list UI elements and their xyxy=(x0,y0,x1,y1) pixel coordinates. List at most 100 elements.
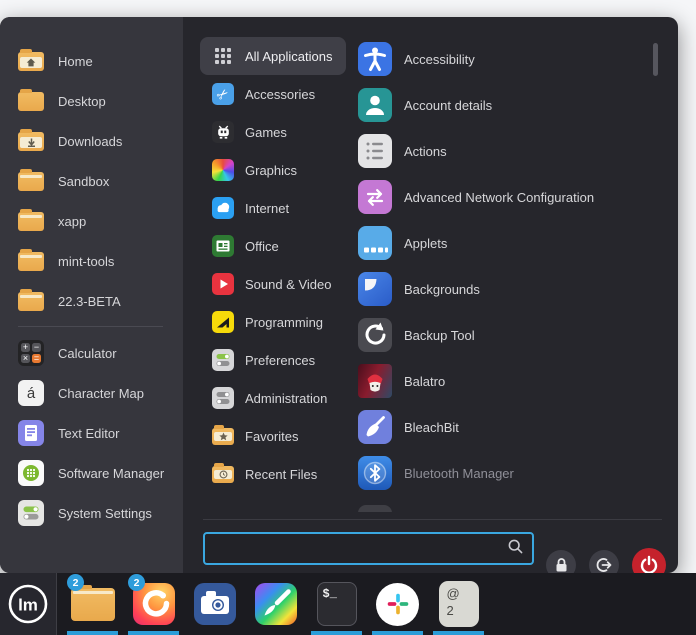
accessibility-icon xyxy=(358,42,392,76)
folder-icon xyxy=(18,92,44,111)
taskbar-item-files[interactable]: 2 xyxy=(66,573,119,635)
lock-icon xyxy=(554,557,569,573)
play-icon xyxy=(212,273,234,295)
folder-icon xyxy=(71,588,115,621)
apps-scrollbar[interactable] xyxy=(653,43,658,76)
sidebar-item-mint-tools[interactable]: mint-tools xyxy=(0,241,183,281)
applets-icon xyxy=(358,226,392,260)
cloud-icon xyxy=(212,197,234,219)
actions-list-icon xyxy=(358,134,392,168)
sidebar-item-home[interactable]: Home xyxy=(0,41,183,81)
folder-icon xyxy=(18,252,44,271)
menu-button[interactable]: lm xyxy=(0,573,57,635)
category-list: All Applications ✂ Accessories Games Gra… xyxy=(200,37,346,493)
clock-folder-icon xyxy=(212,466,234,483)
system-settings-icon xyxy=(18,500,44,526)
app-advanced-network-configuration[interactable]: Advanced Network Configuration xyxy=(358,174,658,220)
paintbrush-icon xyxy=(255,583,297,625)
power-icon xyxy=(639,555,659,575)
open-window-indicator xyxy=(433,631,484,635)
camera-icon xyxy=(194,583,236,625)
category-preferences[interactable]: Preferences xyxy=(200,341,329,379)
app-balatro[interactable]: Balatro xyxy=(358,358,658,404)
app-applets[interactable]: Applets xyxy=(358,220,658,266)
sidebar-item-system-settings[interactable]: System Settings xyxy=(0,493,183,533)
svg-text:lm: lm xyxy=(18,596,38,615)
category-games[interactable]: Games xyxy=(200,113,301,151)
open-window-indicator xyxy=(372,631,423,635)
invader-icon xyxy=(212,121,234,143)
open-window-indicator xyxy=(67,631,118,635)
backup-arrow-icon xyxy=(358,318,392,352)
slack-icon xyxy=(376,583,419,626)
category-office[interactable]: Office xyxy=(200,227,293,265)
taskbar-item-text-doc[interactable]: @ 2 xyxy=(432,573,485,635)
backgrounds-icon xyxy=(358,272,392,306)
folder-icon xyxy=(18,172,44,191)
notification-badge: 2 xyxy=(67,574,84,591)
app-backgrounds[interactable]: Backgrounds xyxy=(358,266,658,312)
taskbar-item-slack[interactable] xyxy=(371,573,424,635)
taskbar-item-terminal[interactable]: $_ xyxy=(310,573,363,635)
taskbar-item-screenshot[interactable] xyxy=(188,573,241,635)
grid-icon xyxy=(212,45,234,67)
terminal-icon: $_ xyxy=(317,582,357,626)
category-all-applications[interactable]: All Applications xyxy=(200,37,346,75)
sidebar-item-22-3-beta[interactable]: 22.3-BETA xyxy=(0,281,183,321)
network-arrows-icon xyxy=(358,180,392,214)
taskbar: lm 2 2 $_ xyxy=(0,573,696,635)
balatro-icon xyxy=(358,364,392,398)
category-sound-video[interactable]: Sound & Video xyxy=(200,265,346,303)
category-favorites[interactable]: Favorites xyxy=(200,417,312,455)
app-actions[interactable]: Actions xyxy=(358,128,658,174)
home-folder-icon xyxy=(18,52,44,71)
category-recent-files[interactable]: Recent Files xyxy=(200,455,331,493)
rainbow-icon xyxy=(212,159,234,181)
logout-icon xyxy=(595,556,613,574)
sidebar-item-character-map[interactable]: á Character Map xyxy=(0,373,183,413)
app-backup-tool[interactable]: Backup Tool xyxy=(358,312,658,358)
calculator-icon: +−×= xyxy=(18,340,44,366)
scissors-icon: ✂ xyxy=(212,83,234,105)
sidebar-item-label: Home xyxy=(58,54,93,69)
taskbar-item-firefox[interactable]: 2 xyxy=(127,573,180,635)
account-icon xyxy=(358,88,392,122)
category-graphics[interactable]: Graphics xyxy=(200,151,311,189)
document-icon xyxy=(212,235,234,257)
sidebar-separator xyxy=(18,326,163,327)
category-administration[interactable]: Administration xyxy=(200,379,341,417)
app-accessibility[interactable]: Accessibility xyxy=(358,36,658,82)
bluetooth-icon xyxy=(358,456,392,490)
app-account-details[interactable]: Account details xyxy=(358,82,658,128)
window-list: 2 2 $_ xyxy=(66,573,485,635)
menu-sidebar: Home Desktop Downloads Sandbox xapp mint… xyxy=(0,17,183,573)
notification-badge: 2 xyxy=(128,574,145,591)
character-map-icon: á xyxy=(18,380,44,406)
app-bleachbit[interactable]: BleachBit xyxy=(358,404,658,450)
star-folder-icon xyxy=(212,428,234,445)
search-input[interactable] xyxy=(205,541,507,556)
app-bluetooth-manager[interactable]: Bluetooth Manager xyxy=(358,450,658,496)
downloads-folder-icon xyxy=(18,132,44,151)
partial-app-icon xyxy=(358,505,392,512)
sidebar-item-software-manager[interactable]: Software Manager xyxy=(0,453,183,493)
toggles-gray-icon xyxy=(212,387,234,409)
category-programming[interactable]: Programming xyxy=(200,303,337,341)
category-internet[interactable]: Internet xyxy=(200,189,303,227)
sidebar-item-sandbox[interactable]: Sandbox xyxy=(0,161,183,201)
sidebar-item-text-editor[interactable]: Text Editor xyxy=(0,413,183,453)
sidebar-item-downloads[interactable]: Downloads xyxy=(0,121,183,161)
search-bar xyxy=(203,532,534,565)
sidebar-item-calculator[interactable]: +−×= Calculator xyxy=(0,333,183,373)
folder-icon xyxy=(18,212,44,231)
set-square-icon xyxy=(212,311,234,333)
broom-icon xyxy=(358,410,392,444)
taskbar-item-drawing[interactable] xyxy=(249,573,302,635)
sidebar-item-desktop[interactable]: Desktop xyxy=(0,81,183,121)
at-document-icon: @ 2 xyxy=(439,581,479,627)
application-list: Accessibility Account details Actions Ad… xyxy=(358,36,658,512)
toggles-green-icon xyxy=(212,349,234,371)
sidebar-item-xapp[interactable]: xapp xyxy=(0,201,183,241)
category-accessories[interactable]: ✂ Accessories xyxy=(200,75,329,113)
search-divider xyxy=(203,519,662,520)
